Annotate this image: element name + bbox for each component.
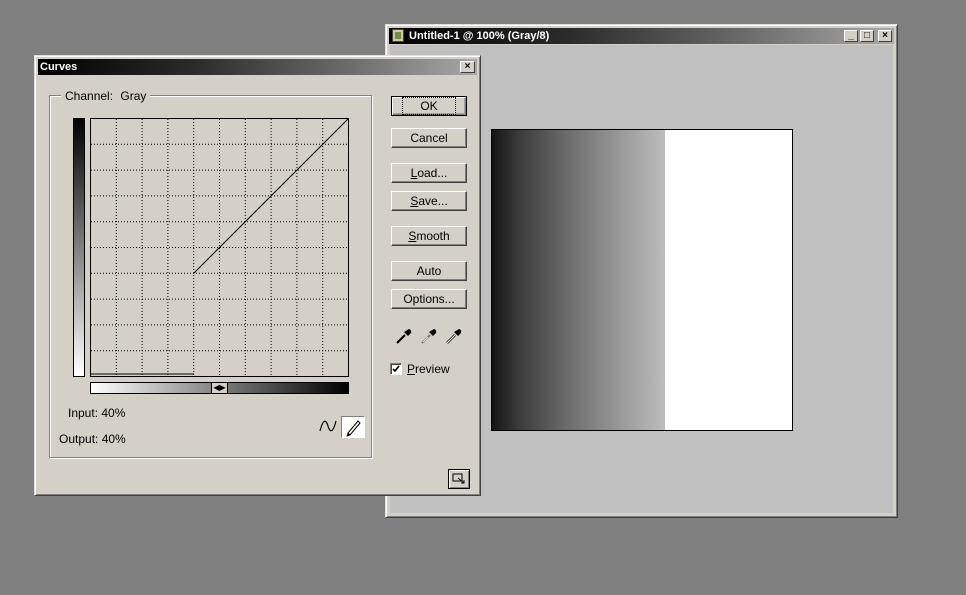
channel-label: Channel:: [65, 89, 114, 103]
expand-dialog-button[interactable]: [448, 469, 470, 489]
point-curve-icon[interactable]: [318, 417, 338, 435]
ok-button[interactable]: OK: [391, 96, 467, 116]
gray-eyedropper-icon[interactable]: [419, 326, 439, 346]
curves-graph[interactable]: [90, 118, 349, 378]
gradient-direction-toggle[interactable]: ◀▶: [211, 382, 228, 394]
minimize-button[interactable]: _: [844, 30, 858, 42]
gradient-fill: [492, 130, 665, 430]
preview-checkbox[interactable]: [390, 363, 402, 375]
maximize-button[interactable]: □: [860, 30, 874, 42]
output-gradient-bar: [73, 118, 85, 377]
channel-value[interactable]: Gray: [120, 89, 146, 103]
smooth-button[interactable]: Smooth: [391, 226, 467, 246]
input-value: 40%: [101, 406, 126, 420]
input-label: Input:: [68, 406, 99, 420]
white-eyedropper-icon[interactable]: [444, 326, 464, 346]
channel-legend: Channel: Gray: [61, 89, 151, 103]
black-eyedropper-icon[interactable]: [394, 326, 414, 346]
output-value: 40%: [101, 432, 126, 446]
pencil-icon: [346, 420, 361, 437]
photoshop-doc-icon: [392, 29, 404, 42]
close-button[interactable]: ×: [878, 30, 892, 42]
document-title: Untitled-1 @ 100% (Gray/8): [409, 30, 550, 42]
checkmark-icon: [392, 365, 400, 373]
auto-button[interactable]: Auto: [391, 261, 467, 281]
image-canvas[interactable]: [491, 129, 793, 431]
curves-title: Curves: [40, 61, 78, 73]
preview-label[interactable]: Preview: [407, 362, 450, 376]
resize-icon: [452, 473, 465, 484]
save-button[interactable]: Save...: [391, 191, 467, 211]
curves-titlebar[interactable]: Curves ×: [38, 59, 477, 75]
curves-close-button[interactable]: ×: [460, 61, 475, 73]
cancel-button[interactable]: Cancel: [391, 128, 467, 148]
options-button[interactable]: Options...: [391, 289, 467, 309]
load-button[interactable]: Load...: [391, 163, 467, 183]
document-titlebar[interactable]: Untitled-1 @ 100% (Gray/8) _ □ ×: [389, 28, 894, 44]
output-readout: Output: 40%: [59, 432, 126, 446]
output-label: Output:: [59, 432, 99, 446]
input-readout: Input: 40%: [68, 406, 125, 420]
pencil-tool-button[interactable]: [341, 416, 365, 438]
